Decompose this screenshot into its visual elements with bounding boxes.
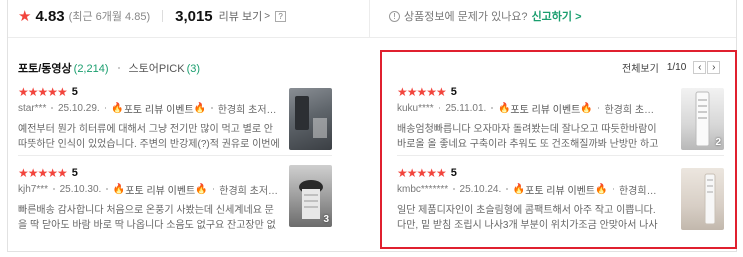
event-label: 포토 리뷰 이벤트	[123, 104, 194, 116]
review-photo[interactable]: 2	[681, 88, 724, 150]
info-icon: !	[389, 10, 400, 22]
fire-icon: 🔥	[111, 102, 124, 114]
tab-label: 스토어PICK	[128, 63, 185, 75]
heater-photo-icon	[295, 96, 327, 138]
product-name: 한경희 초저소...	[604, 104, 659, 116]
stars-icon: ★★★★★	[18, 85, 68, 99]
dot	[612, 188, 614, 190]
review-card[interactable]: ★★★★★ 5 kjh7*** 25.10.30. 🔥 포토 리뷰 이벤트 🔥 한경희…	[18, 166, 280, 233]
dot	[53, 188, 55, 190]
stars-icon: ★★★★★	[397, 85, 447, 99]
dot	[597, 107, 600, 109]
report-question: 상품정보에 문제가 있나요?	[404, 11, 528, 23]
recent-rating: (최근 6개월 4.85)	[68, 11, 151, 23]
reviewer-id: kjh7***	[18, 183, 49, 195]
fire-icon: 🔥	[195, 183, 208, 195]
report-section: ! 상품정보에 문제가 있나요? 신고하기 >	[389, 6, 582, 26]
next-page-button[interactable]: ›	[707, 61, 721, 74]
divider	[397, 155, 724, 156]
review-date: 25.10.30.	[59, 183, 102, 195]
product-name: 한경희 초저소음 ...	[217, 104, 280, 116]
star-rating: ★★★★★ 5	[397, 166, 659, 180]
photo-count: 2	[715, 137, 721, 148]
report-link[interactable]: 신고하기 >	[532, 8, 582, 24]
tab-count: (3)	[186, 63, 201, 75]
review-score: 5	[450, 167, 457, 179]
tab-photo-video[interactable]: 포토/동영상 (2,214)	[18, 60, 109, 76]
dot	[51, 107, 53, 109]
separator	[162, 10, 164, 22]
summary-divider	[369, 0, 370, 38]
product-name: 한경희 초저...	[618, 185, 659, 197]
review-photo[interactable]	[289, 88, 332, 150]
review-card[interactable]: ★★★★★ 5 star*** 25.10.29. 🔥 포토 리뷰 이벤트 🔥 한경희…	[18, 85, 280, 152]
review-meta: kuku**** 25.11.01. 🔥포토 리뷰 이벤트🔥 한경희 초저소..…	[397, 102, 659, 116]
review-photo[interactable]: 3	[289, 165, 332, 227]
review-text: 배송엄청빠릅니다 오자마자 돌려봤는데 잘나오고 따듯한바람이 바로올 올 좋네…	[397, 124, 659, 150]
review-card[interactable]: ★★★★★ 5 kmbc******* 25.10.24. 🔥 포토 리뷰 이벤트 🔥…	[397, 166, 659, 233]
reviewer-id: kmbc*******	[397, 183, 449, 195]
review-text: 예전부터 뭔가 히터류에 대해서 그냥 전기만 많이 먹고 별로 안따뜻하단 인…	[18, 124, 280, 150]
stars-icon: ★★★★★	[18, 166, 68, 180]
star-rating: ★★★★★ 5	[397, 85, 659, 99]
page-indicator: 1/10	[666, 62, 687, 73]
review-score: 5	[450, 86, 457, 98]
star-icon: ★	[18, 7, 32, 25]
dot	[106, 188, 108, 190]
heater-photo-icon	[704, 173, 716, 225]
average-rating: 4.83	[35, 7, 65, 25]
review-score: 5	[71, 86, 78, 98]
dot	[453, 188, 455, 190]
review-text: 빠른배송 감사합니다 처음으로 온풍기 사봤는데 신세계네요 문을 딱 닫아도 …	[18, 205, 276, 231]
dot	[212, 188, 215, 190]
review-view-link[interactable]: 리뷰 보기	[219, 8, 263, 24]
view-all-link[interactable]: 전체보기	[622, 60, 659, 75]
review-text: 일단 제품디자인이 초슬림형에 콤팩트해서 아주 작고 이쁩니다. 다만, 밑 …	[397, 205, 658, 231]
review-date: 25.10.29.	[57, 102, 100, 114]
product-name: 한경희 초저소음 ...	[219, 185, 280, 197]
review-count: 3,015	[175, 7, 213, 25]
tab-separator	[117, 67, 120, 69]
review-meta: star*** 25.10.29. 🔥포토 리뷰 이벤트🔥 한경희 초저소음 .…	[18, 102, 280, 116]
tab-store-pick[interactable]: 스토어PICK (3)	[129, 60, 201, 76]
chevron-right-icon[interactable]: >	[264, 11, 270, 22]
stars-icon: ★★★★★	[397, 166, 447, 180]
review-photo[interactable]	[681, 168, 724, 230]
review-tabs: 포토/동영상 (2,214) 스토어PICK (3)	[18, 60, 200, 76]
divider	[18, 155, 332, 156]
help-icon[interactable]: ?	[275, 10, 287, 22]
prev-page-button[interactable]: ‹	[693, 61, 707, 74]
review-card[interactable]: ★★★★★ 5 kuku**** 25.11.01. 🔥 포토 리뷰 이벤트 🔥 한경…	[397, 85, 659, 152]
review-meta: kjh7*** 25.10.30. 🔥포토 리뷰 이벤트🔥 한경희 초저소음 .…	[18, 183, 280, 197]
tab-label: 포토/동영상	[18, 63, 72, 75]
event-label: 포토 리뷰 이벤트	[525, 185, 596, 197]
review-date: 25.10.24.	[459, 183, 502, 195]
reviewer-id: kuku****	[397, 102, 434, 114]
review-date: 25.11.01.	[445, 102, 487, 114]
dot	[438, 107, 441, 109]
star-rating: ★★★★★ 5	[18, 166, 280, 180]
divider	[8, 37, 736, 38]
event-label: 포토 리뷰 이벤트	[125, 185, 196, 197]
star-rating: ★★★★★ 5	[18, 85, 280, 99]
photo-count: 3	[323, 214, 329, 225]
pager: 전체보기 1/10 ‹ ›	[622, 60, 721, 75]
fire-icon: 🔥	[595, 183, 608, 195]
event-label: 포토 리뷰 이벤트	[510, 104, 581, 116]
dot	[104, 107, 107, 109]
fire-icon: 🔥	[497, 102, 511, 114]
dot	[506, 188, 508, 190]
fire-icon: 🔥	[512, 183, 526, 195]
dot	[491, 107, 493, 109]
review-meta: kmbc******* 25.10.24. 🔥포토 리뷰 이벤트🔥 한경희 초저…	[397, 183, 659, 197]
fire-icon: 🔥	[193, 102, 207, 114]
rating-summary: ★ 4.83 (최근 6개월 4.85) 3,015 리뷰 보기 > ?	[18, 6, 287, 26]
review-score: 5	[71, 167, 78, 179]
fire-icon: 🔥	[580, 102, 593, 114]
reviewer-id: star***	[18, 102, 47, 114]
dot	[211, 107, 213, 109]
tab-count: (2,214)	[73, 63, 109, 75]
fire-icon: 🔥	[112, 183, 126, 195]
